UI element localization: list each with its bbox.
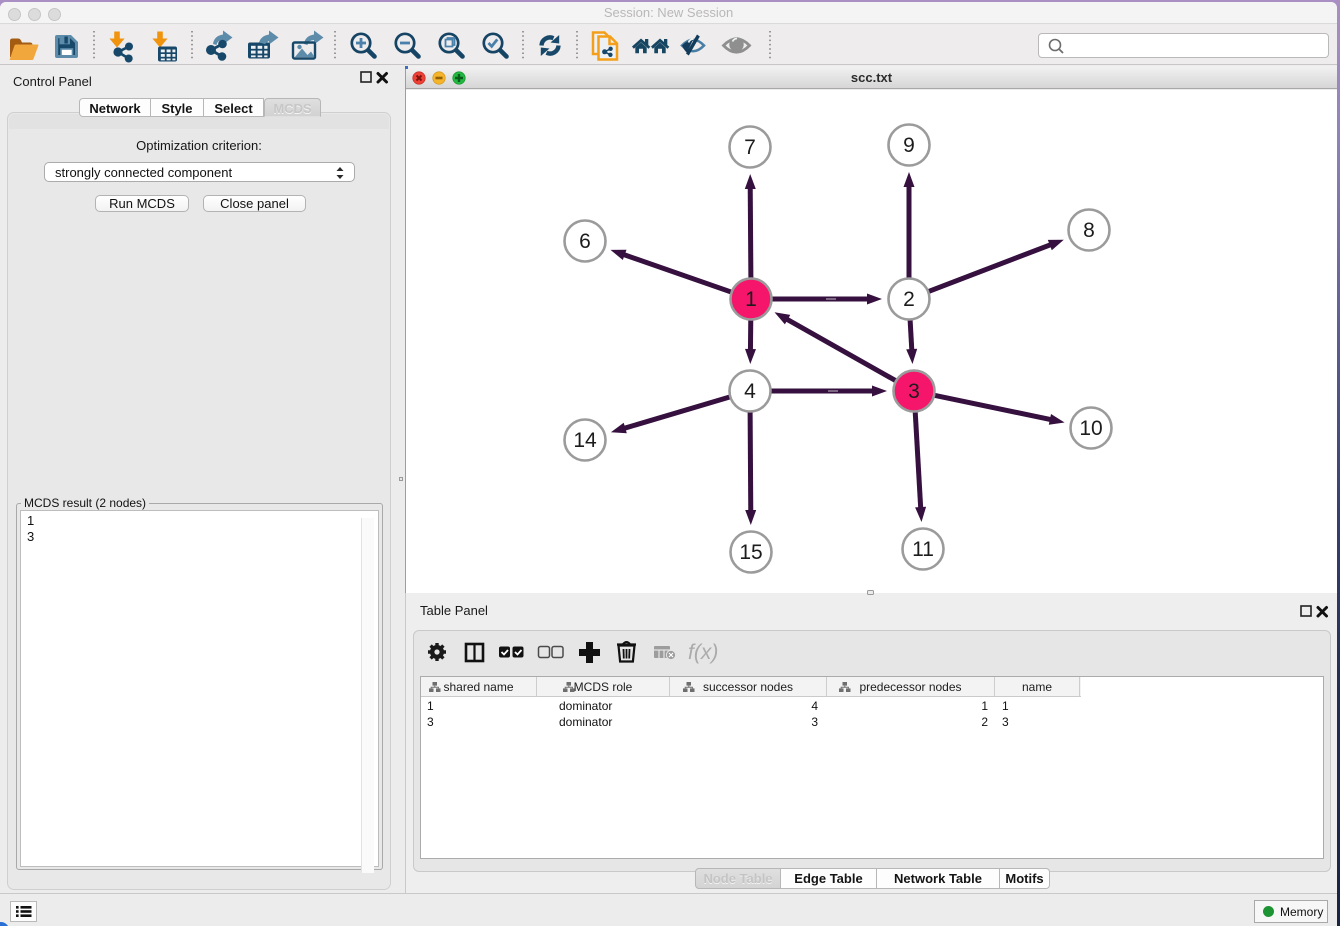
svg-text:15: 15 [739,541,762,564]
svg-text:14: 14 [573,429,597,452]
svg-text:8: 8 [1083,219,1095,242]
svg-text:9: 9 [903,134,915,157]
svg-text:6: 6 [579,230,591,253]
svg-text:11: 11 [912,538,934,561]
svg-text:2: 2 [903,288,915,311]
svg-text:f(x): f(x) [688,641,718,664]
svg-text:3: 3 [908,380,920,403]
svg-text:7: 7 [744,136,756,159]
svg-text:1: 1 [745,288,757,311]
svg-text:10: 10 [1079,417,1102,440]
svg-text:4: 4 [744,380,756,403]
